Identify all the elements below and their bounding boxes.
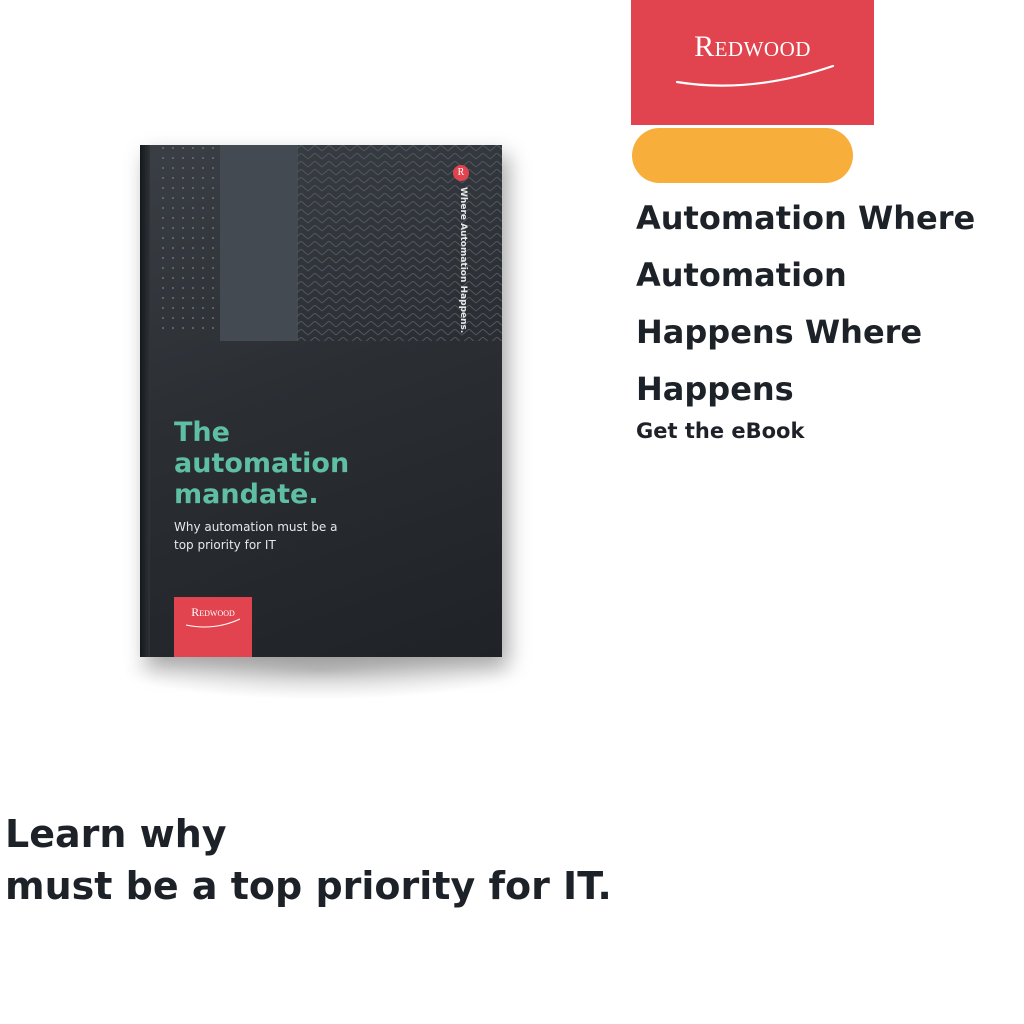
bottom-message-line: must be a top priority for IT. [5,864,612,908]
r-badge-icon: R [453,165,469,181]
book-title: The automation mandate. [174,417,474,510]
headline-line: Automation [636,256,847,294]
cover-pattern [158,145,502,341]
book-title-line: automation [174,448,350,479]
book-title-line: The [174,417,230,448]
redwood-logo-text: Redwood [694,30,811,63]
book-subtitle: Why automation must be a top priority fo… [174,518,394,554]
get-ebook-link[interactable]: Get the eBook [636,419,804,443]
bottom-message-line: Learn why [5,812,227,856]
headline-line: Automation Where [636,199,976,237]
bottom-message: Learn why must be a top priority for IT. [5,808,705,912]
book-title-line: mandate. [174,479,319,510]
ebook-cover[interactable]: R Where Automation Happens. The automati… [140,145,502,657]
accent-pill [632,128,853,183]
headline: Automation Where Automation Happens Wher… [636,190,1016,418]
book-redwood-logo: Redwood [174,597,252,657]
logo-swoosh-icon [675,64,835,87]
book-logo-swoosh-icon [185,618,241,628]
book-subtitle-line: Why automation must be a [174,520,338,534]
book-tagline: Where Automation Happens. [458,187,468,334]
redwood-logo[interactable]: Redwood [631,0,874,125]
headline-line: Happens Where [636,313,923,351]
book-subtitle-line: top priority for IT [174,538,276,552]
headline-line: Happens [636,370,794,408]
